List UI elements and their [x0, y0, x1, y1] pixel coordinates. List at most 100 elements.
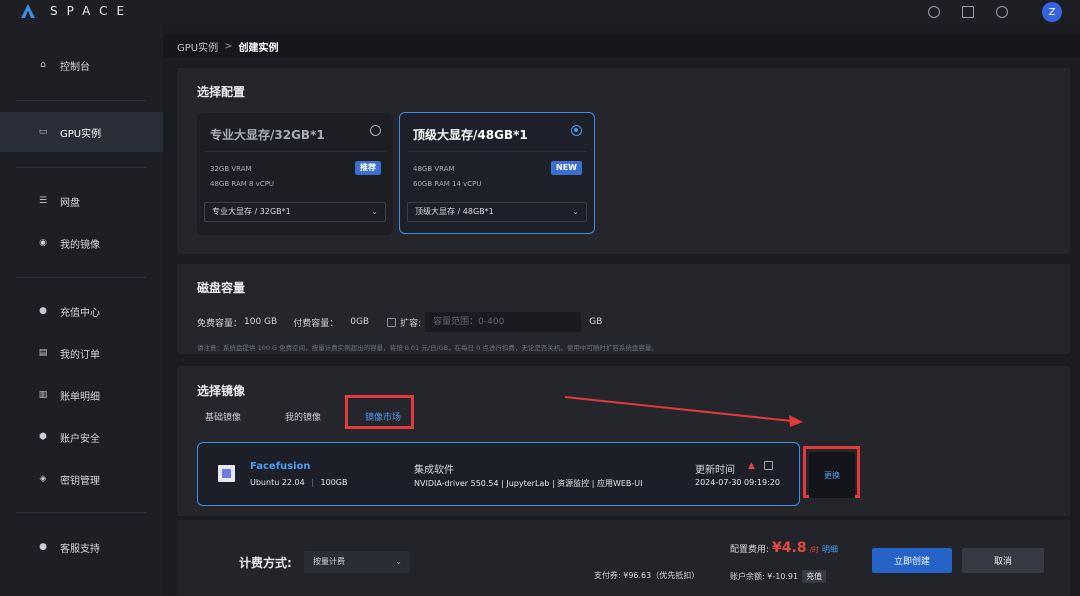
sidebar-item-console[interactable]: ⌂ 控制台 — [0, 45, 163, 85]
cost-label: 配置费用: — [730, 545, 770, 555]
image-title: 选择镜像 — [197, 384, 246, 398]
sidebar-item-bills[interactable]: ▥ 账单明细 — [0, 375, 163, 415]
sidebar-item-gpu-instance[interactable]: ▭ GPU实例 — [0, 112, 163, 152]
external-link-icon[interactable] — [764, 461, 773, 470]
billing-label: 计费方式: — [239, 556, 292, 570]
config-panel: 选择配置 专业大显存/32GB*1 32GB VRAM 48GB RAM 8 v… — [177, 68, 1070, 254]
config-title: 选择配置 — [197, 85, 246, 99]
expand-label: 扩容: — [400, 318, 422, 329]
breadcrumb: GPU实例 > 创建实例 — [163, 34, 1080, 58]
paid-capacity-value: 0GB — [350, 317, 370, 327]
sidebar-item-label: 充值中心 — [60, 307, 100, 319]
update-time-label: 更新时间 — [695, 465, 735, 476]
footer-bar: 计费方式: 按量计费 ⌄ 配置费用: ¥4.8 /时 明细 支付券: ¥96.6… — [177, 520, 1070, 596]
chevron-down-icon: ⌄ — [371, 207, 378, 216]
free-capacity-label: 免费容量： — [197, 318, 243, 329]
key-icon: ◈ — [39, 474, 47, 484]
notes-icon[interactable] — [962, 6, 974, 18]
radio-button[interactable] — [571, 125, 582, 136]
price-value: ¥4.8 — [772, 540, 807, 556]
orders-icon: ▤ — [38, 348, 48, 358]
free-capacity-value: 100 GB — [244, 317, 278, 327]
software-label: 集成软件 — [414, 465, 454, 476]
new-badge: NEW — [551, 161, 582, 175]
sidebar-item-label: 账户安全 — [60, 433, 100, 445]
image-name[interactable]: Facefusion — [250, 461, 311, 472]
config-card-48gb[interactable]: 顶级大显存/48GB*1 48GB VRAM 60GB RAM 14 vCPU … — [399, 112, 595, 234]
bill-icon: ▥ — [38, 390, 48, 400]
drive-icon: ☰ — [38, 196, 48, 206]
sidebar-item-support[interactable]: ● 客服支持 — [0, 527, 163, 567]
image-thumbnail — [218, 465, 235, 482]
select-value: 专业大显存 / 32GB*1 — [212, 207, 291, 216]
capacity-unit: GB — [589, 317, 603, 327]
divider — [205, 151, 385, 152]
sidebar-item-label: 我的订单 — [60, 349, 100, 361]
image-panel: 选择镜像 基础镜像 我的镜像 镜像市场 Facefusion Ubuntu 22… — [177, 366, 1070, 516]
image-icon: ◉ — [39, 238, 47, 248]
card-title: 顶级大显存/48GB*1 — [413, 128, 528, 142]
change-image-button[interactable]: 更换 — [809, 452, 855, 498]
vram-spec: 48GB VRAM — [413, 165, 455, 173]
config-card-32gb[interactable]: 专业大显存/32GB*1 32GB VRAM 48GB RAM 8 vCPU 推… — [197, 113, 393, 235]
breadcrumb-separator: > — [224, 40, 233, 52]
sidebar-item-label: 网盘 — [60, 197, 80, 209]
recommend-badge: 推荐 — [355, 161, 381, 175]
recharge-button[interactable]: 充值 — [802, 570, 827, 583]
tab-base-images[interactable]: 基础镜像 — [197, 406, 249, 427]
cost-detail-link[interactable]: 明细 — [822, 544, 838, 555]
disk-panel: 磁盘容量 免费容量： 100 GB 付费容量： 0GB 扩容: 容量范围：0-4… — [177, 264, 1070, 354]
voucher-info: 支付券: ¥96.63（优先抵扣） — [594, 571, 700, 580]
divider — [408, 151, 586, 152]
help-icon[interactable] — [928, 6, 940, 18]
gpu-select[interactable]: 顶级大显存 / 48GB*1 ⌄ — [407, 202, 587, 222]
message-icon[interactable] — [996, 6, 1008, 18]
vram-spec: 32GB VRAM — [210, 165, 252, 173]
account-balance: 账户余额: ¥-10.91 — [730, 572, 799, 581]
expand-checkbox[interactable] — [387, 317, 397, 327]
cancel-button[interactable]: 取消 — [962, 548, 1044, 573]
sidebar-item-recharge[interactable]: ● 充值中心 — [0, 291, 163, 331]
card-title: 专业大显存/32GB*1 — [210, 128, 325, 142]
sidebar-item-drive[interactable]: ☰ 网盘 — [0, 181, 163, 221]
logo-mark-icon — [21, 4, 35, 18]
breadcrumb-current: 创建实例 — [238, 42, 279, 54]
recharge-icon: ● — [39, 306, 47, 316]
tab-my-images[interactable]: 我的镜像 — [277, 406, 329, 427]
security-icon: ⬢ — [39, 432, 47, 442]
divider — [16, 512, 146, 513]
highlight-box — [345, 395, 414, 429]
sidebar-item-label: 我的镜像 — [60, 239, 100, 251]
sidebar-item-my-images[interactable]: ◉ 我的镜像 — [0, 223, 163, 263]
billing-value: 按量计费 — [313, 557, 345, 566]
price-unit: /时 — [809, 546, 819, 554]
radio-button[interactable] — [370, 125, 381, 136]
avatar[interactable]: Z — [1042, 2, 1062, 22]
update-time-value: 2024-07-30 09:19:20 — [695, 478, 780, 487]
paid-capacity-label: 付费容量： — [293, 318, 339, 329]
selected-image-card[interactable]: Facefusion Ubuntu 22.04 | 100GB 集成软件 NVI… — [197, 442, 800, 506]
divider — [16, 167, 146, 168]
ram-spec: 60GB RAM 14 vCPU — [413, 180, 482, 188]
gpu-select[interactable]: 专业大显存 / 32GB*1 ⌄ — [204, 202, 386, 222]
select-value: 顶级大显存 / 48GB*1 — [415, 207, 494, 216]
divider — [16, 277, 146, 278]
create-now-button[interactable]: 立即创建 — [872, 548, 952, 573]
gpu-icon: ▭ — [38, 127, 48, 137]
expand-capacity-input[interactable]: 容量范围：0-400 — [425, 312, 582, 332]
logo[interactable]: SPACE — [20, 3, 133, 19]
chevron-down-icon: ⌄ — [572, 207, 579, 216]
ram-spec: 48GB RAM 8 vCPU — [210, 180, 275, 188]
sidebar-item-label: 客服支持 — [60, 543, 100, 555]
billing-select[interactable]: 按量计费 ⌄ — [304, 551, 410, 573]
breadcrumb-parent[interactable]: GPU实例 — [177, 39, 218, 54]
home-icon: ⌂ — [40, 60, 46, 70]
sidebar: ⌂ 控制台 ▭ GPU实例 ☰ 网盘 ◉ 我的镜像 ● 充值中心 ▤ 我的订单 … — [0, 24, 163, 596]
sidebar-item-security[interactable]: ⬢ 账户安全 — [0, 417, 163, 457]
software-list: NVIDIA-driver 550.54 | JupyterLab | 资源监控… — [414, 479, 643, 488]
support-icon: ● — [39, 542, 47, 552]
chevron-down-icon: ⌄ — [395, 557, 402, 566]
sidebar-item-keys[interactable]: ◈ 密钥管理 — [0, 459, 163, 499]
sidebar-item-orders[interactable]: ▤ 我的订单 — [0, 333, 163, 373]
disk-note: 请注意：系统盘提供 100 G 免费空间，按量计费实例超出的容量，将按 0.01… — [197, 344, 658, 352]
